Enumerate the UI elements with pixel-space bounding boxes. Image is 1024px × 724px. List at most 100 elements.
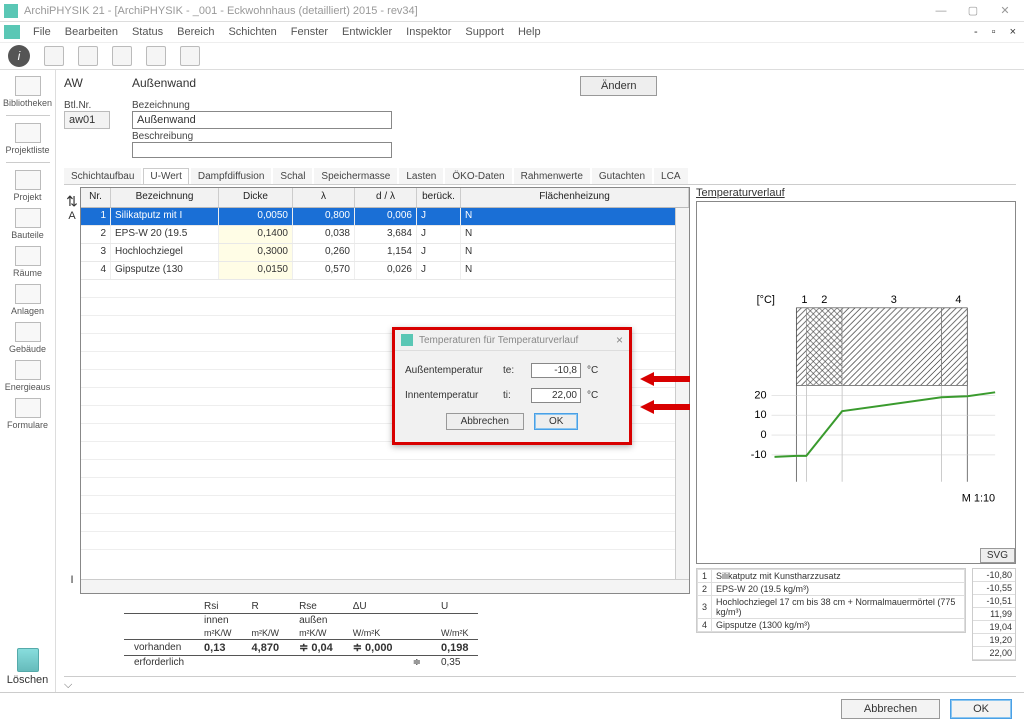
grid-header: Nr. Bezeichnung Dicke λ d / λ berück. Fl… <box>81 188 689 208</box>
svg-text:3: 3 <box>891 294 897 306</box>
code-label: AW <box>64 76 124 90</box>
tool-new-icon[interactable] <box>44 46 64 66</box>
menu-status[interactable]: Status <box>127 24 168 40</box>
tab-schal[interactable]: Schal <box>273 168 312 184</box>
menu-bearbeiten[interactable]: Bearbeiten <box>60 24 123 40</box>
tool-edit-icon[interactable] <box>78 46 98 66</box>
bez-field[interactable]: Außenwand <box>132 111 392 129</box>
svg-button[interactable]: SVG <box>980 548 1015 563</box>
change-button[interactable]: Ändern <box>580 76 657 96</box>
menu-schichten[interactable]: Schichten <box>223 24 281 40</box>
toolbar: i <box>0 42 1024 70</box>
nav-delete[interactable]: Löschen <box>7 648 49 686</box>
grid-scrollbar[interactable] <box>675 208 689 579</box>
svg-text:1: 1 <box>801 294 807 306</box>
nav-projektliste[interactable]: Projektliste <box>2 121 54 157</box>
menu-support[interactable]: Support <box>460 24 509 40</box>
te-input[interactable]: -10,8 <box>531 363 581 378</box>
svg-text:[°C]: [°C] <box>757 294 775 306</box>
window-title: ArchiPHYSIK 21 - [ArchiPHYSIK - _001 - E… <box>24 5 418 17</box>
info-icon[interactable]: i <box>8 45 30 67</box>
nav-bauteile[interactable]: Bauteile <box>2 206 54 242</box>
temperature-dialog: Temperaturen für Temperaturverlauf × Auß… <box>392 327 632 445</box>
close-button[interactable]: ✕ <box>990 2 1020 20</box>
beschr-field[interactable] <box>132 142 392 158</box>
table-row[interactable]: 4Gipsputze (1300,01500,5700,026JN <box>81 262 689 280</box>
mdi-restore[interactable]: ▫ <box>988 26 1000 38</box>
summary-table: RsiRRseΔUU innenaußen m²K/Wm²K/Wm²K/WW/m… <box>124 600 1016 669</box>
btlnr-label: Btl.Nr. <box>64 100 124 111</box>
menu-bereich[interactable]: Bereich <box>172 24 219 40</box>
dialog-cancel-button[interactable]: Abbrechen <box>446 413 524 430</box>
nav-anlagen[interactable]: Anlagen <box>2 282 54 318</box>
bottom-ok-button[interactable]: OK <box>950 699 1012 719</box>
dialog-close-icon[interactable]: × <box>616 333 623 347</box>
svg-text:4: 4 <box>955 294 961 306</box>
table-row[interactable]: 1Silikatputz mit I0,00500,8000,006JN <box>81 208 689 226</box>
svg-text:2: 2 <box>821 294 827 306</box>
nav-energieaus[interactable]: Energieaus <box>2 358 54 394</box>
bottom-bar: Abbrechen OK <box>0 692 1024 724</box>
nav-raeume[interactable]: Räume <box>2 244 54 280</box>
tool-print-icon[interactable] <box>112 46 132 66</box>
doc-icon <box>4 25 20 39</box>
mdi-minimize[interactable]: - <box>970 26 982 38</box>
dialog-icon <box>401 334 413 346</box>
menu-inspektor[interactable]: Inspektor <box>401 24 456 40</box>
side-bot: I <box>70 574 73 586</box>
tab-lasten[interactable]: Lasten <box>399 168 443 184</box>
dialog-ok-button[interactable]: OK <box>534 413 578 430</box>
tool-case-icon[interactable] <box>180 46 200 66</box>
left-nav: Bibliotheken Projektliste Projekt Bautei… <box>0 70 56 692</box>
chart-svg: [°C] 1 2 3 4 20 10 0 -10 <box>697 202 1015 563</box>
tab-lca[interactable]: LCA <box>654 168 687 184</box>
grid-hscroll[interactable] <box>81 579 689 593</box>
tool-copy-icon[interactable] <box>146 46 166 66</box>
title-label: Außenwand <box>132 76 412 90</box>
tab-gutachten[interactable]: Gutachten <box>592 168 652 184</box>
menu-help[interactable]: Help <box>513 24 546 40</box>
svg-text:20: 20 <box>754 389 766 401</box>
app-icon <box>4 4 18 18</box>
title-bar: ArchiPHYSIK 21 - [ArchiPHYSIK - _001 - E… <box>0 0 1024 22</box>
maximize-button[interactable]: ▢ <box>958 2 988 20</box>
tab-schichtaufbau[interactable]: Schichtaufbau <box>64 168 141 184</box>
sort-icon[interactable]: ⇅ <box>66 193 78 210</box>
chart-title: Temperaturverlauf <box>696 187 1016 199</box>
nav-bibliotheken[interactable]: Bibliotheken <box>2 74 54 110</box>
table-row[interactable]: 3Hochlochziegel0,30000,2601,154JN <box>81 244 689 262</box>
temperature-chart: [°C] 1 2 3 4 20 10 0 -10 <box>696 201 1016 564</box>
bottom-cancel-button[interactable]: Abbrechen <box>841 699 940 719</box>
ti-input[interactable]: 22,00 <box>531 388 581 403</box>
svg-text:M 1:10: M 1:10 <box>962 493 995 505</box>
tab-speichermasse[interactable]: Speichermasse <box>314 168 397 184</box>
ti-label: Innentemperatur <box>405 390 497 401</box>
tab-dampfdiffusion[interactable]: Dampfdiffusion <box>191 168 272 184</box>
btlnr-field[interactable]: aw01 <box>64 111 110 129</box>
nav-formulare[interactable]: Formulare <box>2 396 54 432</box>
menu-bar: File Bearbeiten Status Bereich Schichten… <box>0 22 1024 42</box>
nav-projekt[interactable]: Projekt <box>2 168 54 204</box>
svg-text:10: 10 <box>754 409 766 421</box>
mdi-close[interactable]: × <box>1006 26 1020 38</box>
te-label: Außentemperatur <box>405 365 497 376</box>
trash-icon <box>17 648 39 672</box>
menu-fenster[interactable]: Fenster <box>286 24 333 40</box>
nav-gebaeude[interactable]: Gebäude <box>2 320 54 356</box>
expand-icon[interactable]: ⌵ <box>64 679 1016 692</box>
menu-file[interactable]: File <box>28 24 56 40</box>
menu-entwickler[interactable]: Entwickler <box>337 24 397 40</box>
table-row[interactable]: 2EPS-W 20 (19.50,14000,0383,684JN <box>81 226 689 244</box>
callout-arrow-ti <box>640 400 690 414</box>
svg-text:-10: -10 <box>751 449 767 461</box>
tab-rahmenwerte[interactable]: Rahmenwerte <box>514 168 590 184</box>
minimize-button[interactable]: ― <box>926 2 956 20</box>
tab-u-wert[interactable]: U-Wert <box>143 168 188 184</box>
callout-arrow-te <box>640 372 690 386</box>
side-top: A <box>68 210 75 222</box>
beschr-label: Beschreibung <box>132 131 412 142</box>
bez-label: Bezeichnung <box>132 100 412 111</box>
tabs: Schichtaufbau U-Wert Dampfdiffusion Scha… <box>64 168 1016 185</box>
tab-oeko[interactable]: ÖKO-Daten <box>445 168 511 184</box>
dialog-title: Temperaturen für Temperaturverlauf <box>419 335 578 346</box>
